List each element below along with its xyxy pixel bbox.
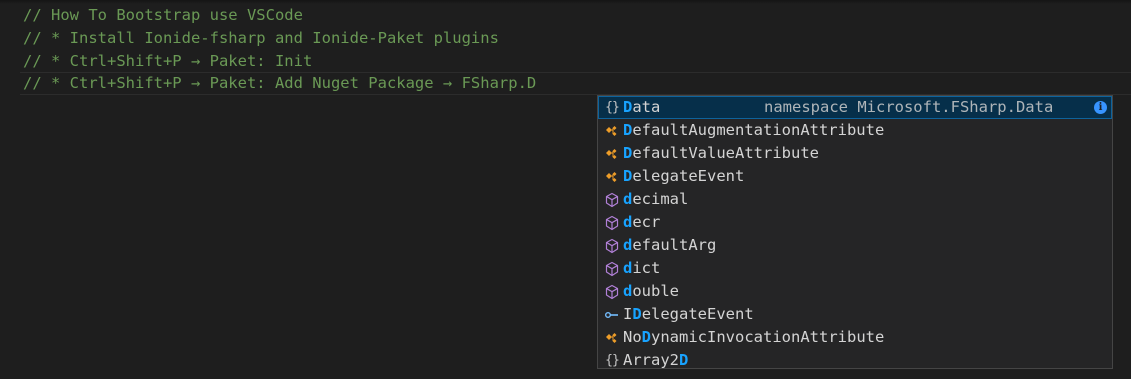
suggestion-match-highlight: D [623, 144, 633, 162]
suggestion-match-highlight: D [623, 121, 633, 139]
function-icon [601, 234, 623, 257]
class-icon [601, 326, 623, 349]
suggestion-label: decr [623, 211, 660, 234]
suggestion-label: decimal [623, 188, 688, 211]
suggestion-item[interactable]: NoDynamicInvocationAttribute [598, 326, 1112, 349]
suggestion-match-highlight: D [632, 305, 642, 323]
suggestion-item[interactable]: dict [598, 257, 1112, 280]
suggestion-item[interactable]: IDelegateEvent [598, 303, 1112, 326]
suggestion-widget[interactable]: {} Data namespace Microsoft.FSharp.Data i De… [597, 95, 1113, 369]
suggestion-match-highlight: d [623, 236, 633, 254]
suggestion-match-highlight: D [679, 351, 689, 369]
code-line-3[interactable]: // * Ctrl+Shift+P → Paket: Init [23, 50, 312, 73]
suggestion-item[interactable]: defaultArg [598, 234, 1112, 257]
class-icon [601, 142, 623, 165]
suggestion-item[interactable]: decimal [598, 188, 1112, 211]
class-icon [601, 119, 623, 142]
suggestion-label-suffix: elegateEvent [632, 167, 745, 185]
suggestion-match-highlight: D [623, 167, 633, 185]
suggestion-item[interactable]: decr [598, 211, 1112, 234]
suggestion-label-suffix: ouble [632, 282, 680, 300]
suggestion-item[interactable]: DelegateEvent [598, 165, 1112, 188]
suggestion-label: double [623, 280, 679, 303]
suggestion-match-highlight: D [623, 98, 633, 116]
interface-icon [601, 303, 623, 326]
info-icon[interactable]: i [1094, 101, 1107, 114]
suggestion-label-suffix: ecr [632, 213, 661, 231]
suggestion-label-prefix: Array2 [623, 351, 679, 369]
code-line-2[interactable]: // * Install Ionide-fsharp and Ionide-Pa… [23, 27, 499, 50]
suggestion-label-suffix: efaultAugmentationAttribute [632, 121, 885, 139]
suggestion-label: defaultArg [623, 234, 716, 257]
suggestion-label-suffix: ynamicInvocationAttribute [651, 328, 885, 346]
suggestion-label-suffix: elegateEvent [641, 305, 754, 323]
suggestion-item[interactable]: DefaultAugmentationAttribute [598, 119, 1112, 142]
suggestion-label: dict [623, 257, 660, 280]
suggestion-label: DefaultAugmentationAttribute [623, 119, 884, 142]
suggestion-match-highlight: d [623, 190, 633, 208]
code-line-1[interactable]: // How To Bootstrap use VSCode [23, 4, 303, 27]
suggestion-label-suffix: ecimal [632, 190, 689, 208]
function-icon [601, 257, 623, 280]
class-icon [601, 165, 623, 188]
suggestion-item[interactable]: DefaultValueAttribute [598, 142, 1112, 165]
suggestion-label-prefix: I [623, 305, 633, 323]
suggestion-label-suffix: ict [632, 259, 661, 277]
suggestion-label-suffix: efaultArg [632, 236, 717, 254]
suggestion-label: IDelegateEvent [623, 303, 754, 326]
suggestion-label-suffix: efaultValueAttribute [632, 144, 819, 162]
suggestion-match-highlight: d [623, 259, 633, 277]
suggestion-label: Data [623, 96, 660, 119]
function-icon [601, 188, 623, 211]
suggestion-match-highlight: D [641, 328, 652, 346]
suggestion-match-highlight: d [623, 213, 633, 231]
suggestion-label: Array2D [623, 349, 689, 369]
code-editor[interactable]: // How To Bootstrap use VSCode // * Inst… [0, 0, 1131, 379]
suggestion-label: DefaultValueAttribute [623, 142, 819, 165]
function-icon [601, 280, 623, 303]
suggestion-match-highlight: d [623, 282, 633, 300]
code-line-4-current[interactable]: // * Ctrl+Shift+P → Paket: Add Nuget Pac… [20, 72, 1131, 95]
suggestion-label: DelegateEvent [623, 165, 744, 188]
suggestion-item[interactable]: double [598, 280, 1112, 303]
suggestion-detail: namespace Microsoft.FSharp.Data [764, 98, 1054, 116]
suggestion-label-suffix: ata [632, 98, 661, 116]
suggestion-label-prefix: No [623, 328, 642, 346]
function-icon [601, 211, 623, 234]
suggestion-item[interactable]: {} Data namespace Microsoft.FSharp.Data i [598, 96, 1112, 119]
namespace-icon: {} [605, 353, 620, 368]
suggestion-label: NoDynamicInvocationAttribute [623, 326, 884, 349]
suggestion-item[interactable]: {} Array2D [598, 349, 1112, 369]
namespace-icon: {} [605, 100, 620, 115]
